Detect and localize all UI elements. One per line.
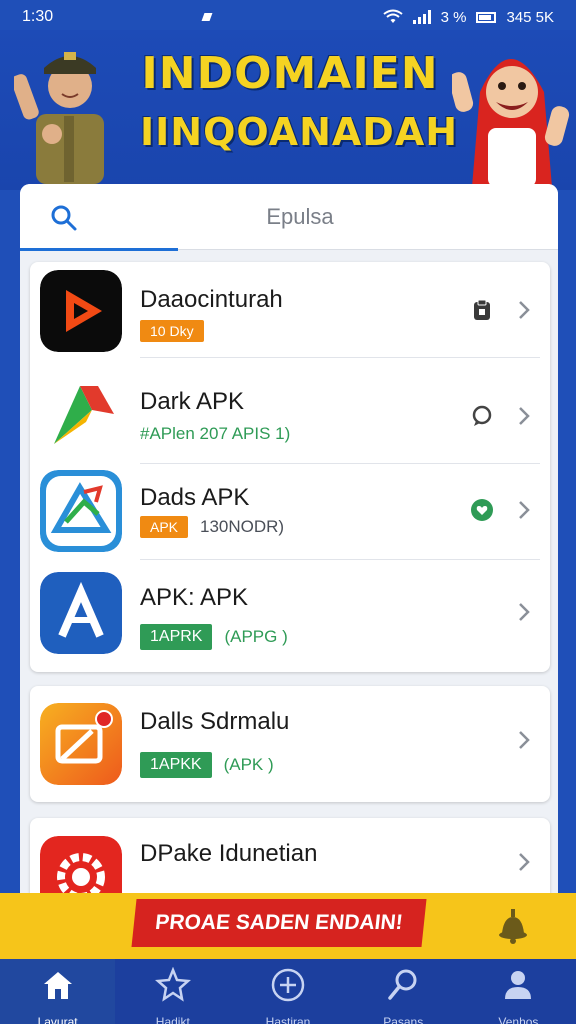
list-item[interactable]: APK: APK 1APRK (APPG )	[30, 560, 550, 670]
apk-app-icon	[40, 572, 122, 654]
banner-title-line1: INDOMAIEN	[141, 48, 439, 99]
app-list-card: Dalls Sdrmalu 1APKK (APK )	[30, 686, 550, 802]
app-list-card: Daaocinturah 10 Dky Dark APK #APlen 207 …	[30, 262, 550, 672]
app-meta: 130NODR)	[200, 517, 285, 536]
app-name: Dads APK	[140, 484, 250, 511]
list-item[interactable]: Dalls Sdrmalu 1APKK (APK )	[30, 686, 550, 802]
app-badge: APK	[140, 516, 189, 538]
promo-label[interactable]: PROAE SADEN ENDAIN!	[131, 899, 427, 947]
status-time: 1:30	[22, 8, 54, 25]
nav-item-home[interactable]: Lavurat	[0, 959, 116, 1024]
chevron-right-icon[interactable]	[516, 600, 532, 624]
app-meta: (APPG )	[224, 627, 288, 646]
app-badge: 1APRK	[140, 624, 213, 650]
header-banner: INDOMAIEN IINQOANADAH	[0, 30, 576, 190]
chat-icon[interactable]	[470, 404, 494, 428]
clipboard-icon[interactable]	[470, 298, 494, 322]
play-store-icon	[40, 374, 122, 456]
nav-item-profile[interactable]: Venhos	[461, 959, 576, 1024]
app-list-panel: Daaocinturah 10 Dky Dark APK	[20, 184, 558, 984]
app-meta: (APK )	[223, 755, 274, 774]
list-item[interactable]: Dads APK APK 130NODR)	[30, 464, 550, 560]
app-name: Dalls Sdrmalu	[140, 708, 290, 735]
heart-icon[interactable]	[470, 498, 494, 522]
plus-circle-icon	[271, 968, 305, 1002]
bottom-nav: Lavurat Hadikt Hastiran Pasans Venhos	[0, 959, 576, 1024]
chevron-right-icon[interactable]	[516, 850, 532, 874]
battery-icon	[476, 11, 497, 23]
signal-icon	[412, 10, 431, 24]
app-name: Dark APK	[140, 388, 245, 415]
nav-item-search[interactable]: Pasans	[346, 959, 461, 1024]
person-icon	[505, 971, 532, 999]
search-bar	[20, 184, 558, 251]
search-icon	[388, 969, 417, 1000]
status-bar: 1:30 3 % 345 5K	[0, 0, 576, 34]
divider	[140, 357, 540, 358]
list-item[interactable]: Daaocinturah 10 Dky	[30, 262, 550, 358]
nav-item-add[interactable]: Hastiran	[230, 959, 345, 1024]
list-item[interactable]: Dark APK #APlen 207 APIS 1)	[30, 368, 550, 464]
banner-title-line2: IINQOANADAH	[140, 110, 459, 154]
chevron-right-icon[interactable]	[516, 298, 532, 322]
girl-mascot-icon	[452, 59, 570, 187]
nav-label: Lavurat	[37, 1015, 78, 1024]
nav-label: Venhos	[498, 1015, 539, 1024]
nav-label: Hadikt	[155, 1015, 190, 1024]
officer-mascot-icon	[14, 52, 104, 184]
app-name: Daaocinturah	[140, 286, 283, 313]
nav-label: Hastiran	[265, 1015, 311, 1024]
app-badge: 1APKK	[140, 752, 212, 778]
wifi-icon	[382, 9, 403, 23]
nav-label: Pasans	[383, 1015, 424, 1024]
app-name: DPake Idunetian	[140, 840, 318, 867]
promo-banner[interactable]: PROAE SADEN ENDAIN!	[0, 893, 576, 959]
nav-item-favorites[interactable]: Hadikt	[115, 959, 230, 1024]
bell-icon[interactable]	[494, 907, 532, 945]
battery-percent: 3 %	[440, 8, 467, 26]
app-badge: 10 Dky	[140, 320, 204, 342]
chevron-right-icon[interactable]	[516, 498, 532, 522]
chevron-right-icon[interactable]	[516, 404, 532, 428]
search-tab-indicator	[20, 248, 178, 251]
chevron-right-icon[interactable]	[516, 728, 532, 752]
home-icon	[43, 972, 72, 999]
star-icon	[154, 967, 191, 1002]
play-app-icon	[40, 270, 122, 352]
app-name: APK: APK	[140, 584, 249, 611]
search-icon[interactable]	[50, 204, 78, 232]
photo-app-icon	[40, 703, 122, 785]
notification-icon	[201, 13, 213, 21]
search-input[interactable]	[200, 202, 400, 232]
app-meta: #APlen 207 APIS 1)	[140, 424, 291, 443]
network-speed: 345 5K	[506, 8, 554, 26]
share-app-icon	[40, 470, 122, 552]
